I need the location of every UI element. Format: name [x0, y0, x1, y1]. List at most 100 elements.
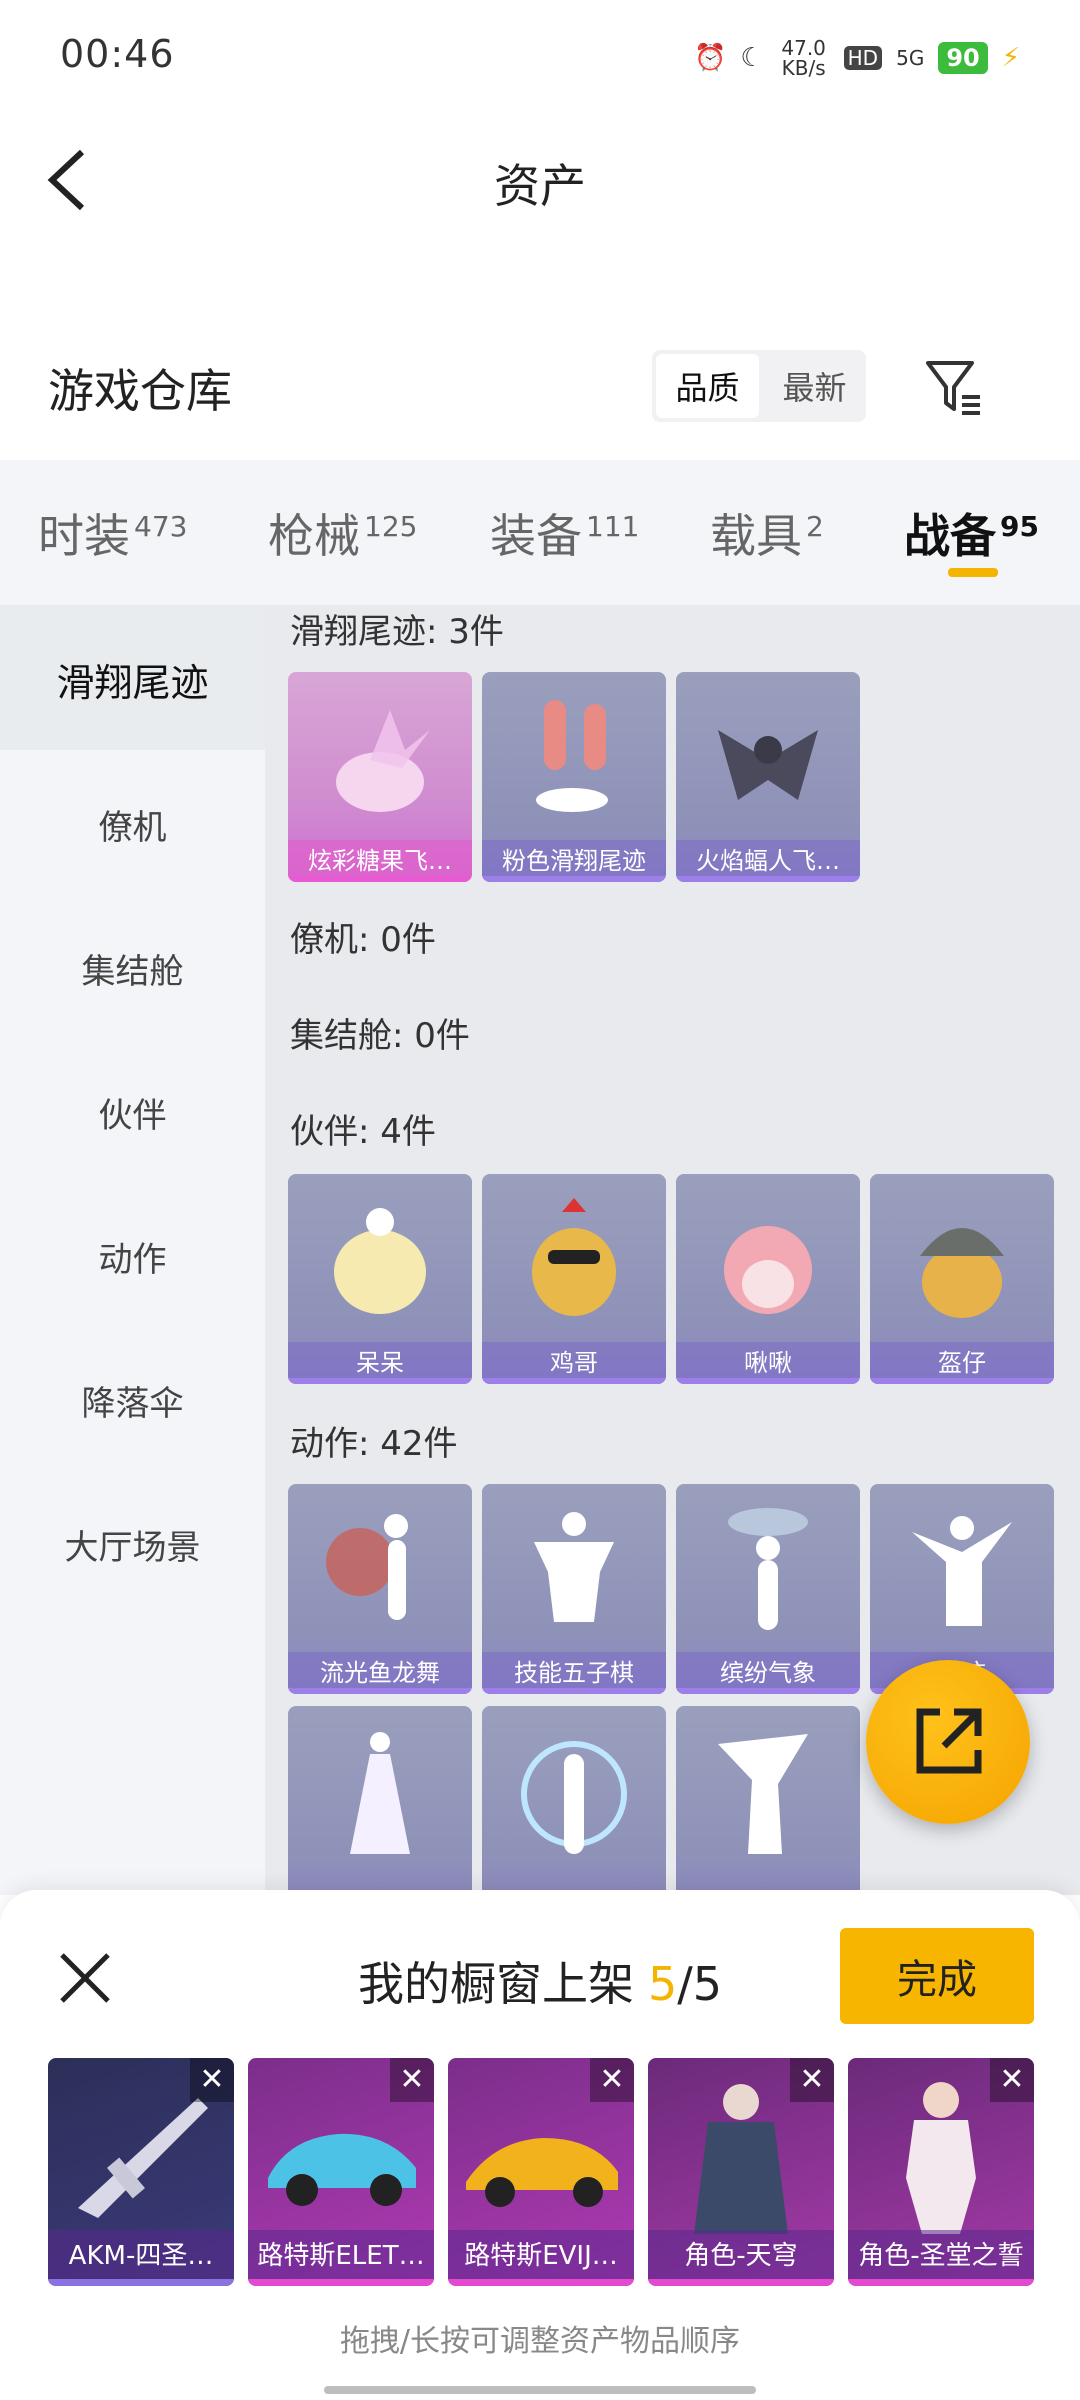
- filter-button[interactable]: [922, 355, 986, 419]
- showcase-item[interactable]: ✕ 路特斯EVIJ…: [448, 2058, 634, 2286]
- tab-count: 111: [586, 509, 640, 543]
- item-card[interactable]: 流光鱼龙舞: [288, 1484, 472, 1694]
- sort-latest-button[interactable]: 最新: [763, 350, 866, 422]
- showcase-current-count: 5: [647, 1957, 678, 2011]
- tab-count: 2: [806, 509, 824, 543]
- weather-emote-icon: [728, 1508, 808, 1630]
- rarity-bar: [676, 876, 860, 882]
- rooster-icon: [532, 1198, 616, 1316]
- couple-emote-icon: [350, 1732, 410, 1854]
- alarm-icon: ⏰: [693, 43, 727, 73]
- pose-emote-icon: [534, 1512, 614, 1622]
- showcase-item[interactable]: ✕ 角色-天穹: [648, 2058, 834, 2286]
- tab-label: 枪械: [268, 509, 360, 563]
- tab-indicator: [948, 568, 998, 577]
- item-card[interactable]: [676, 1706, 860, 1916]
- sidebar-item-parachute[interactable]: 降落伞: [0, 1376, 265, 1425]
- rarity-bar: [676, 1688, 860, 1694]
- sidebar-item-emote[interactable]: 动作: [0, 1232, 265, 1281]
- item-card[interactable]: 缤纷气象: [676, 1484, 860, 1694]
- tab-equipment[interactable]: 装备 111: [490, 500, 639, 566]
- rarity-bar: [676, 1378, 860, 1384]
- share-external-icon: [916, 1708, 982, 1774]
- item-card[interactable]: 粉色滑翔尾迹: [482, 672, 666, 882]
- signal-icon: 5G: [896, 46, 925, 70]
- item-card[interactable]: 炫彩糖果飞…: [288, 672, 472, 882]
- tab-label: 战备: [904, 509, 996, 563]
- remove-item-icon[interactable]: ✕: [190, 2058, 234, 2102]
- tab-guns[interactable]: 枪械 125: [268, 500, 417, 566]
- share-fab[interactable]: [866, 1660, 1030, 1824]
- done-button[interactable]: 完成: [840, 1928, 1034, 2024]
- reorder-hint: 拖拽/长按可调整资产物品顺序: [339, 2324, 741, 2359]
- rarity-bar: [870, 1378, 1054, 1384]
- rarity-bar: [482, 1688, 666, 1694]
- charging-icon: ⚡: [1001, 43, 1020, 73]
- dance-emote-icon: [326, 1514, 408, 1620]
- rarity-bar: [648, 2279, 834, 2286]
- rarity-bar: [288, 1378, 472, 1384]
- item-card[interactable]: [288, 1706, 472, 1916]
- remove-item-icon[interactable]: ✕: [790, 2058, 834, 2102]
- remove-item-icon[interactable]: ✕: [990, 2058, 1034, 2102]
- item-card[interactable]: 鸡哥: [482, 1174, 666, 1384]
- item-card[interactable]: 盔仔: [870, 1174, 1054, 1384]
- group-title: 滑翔尾迹: 3件: [290, 612, 504, 652]
- item-card[interactable]: 呆呆: [288, 1174, 472, 1384]
- wave-emote-icon: [912, 1516, 1012, 1626]
- item-card[interactable]: [482, 1706, 666, 1916]
- tab-fashion[interactable]: 时装 473: [38, 500, 187, 566]
- section-title: 游戏仓库: [48, 364, 232, 418]
- remove-item-icon[interactable]: ✕: [590, 2058, 634, 2102]
- sidebar-item-partner[interactable]: 伙伴: [0, 1088, 265, 1137]
- tab-readiness[interactable]: 战备 95: [904, 500, 1039, 566]
- rarity-bar: [288, 1688, 472, 1694]
- group-title: 僚机: 0件: [290, 920, 436, 960]
- sort-quality-button[interactable]: 品质: [656, 354, 759, 418]
- item-card[interactable]: 啾啾: [676, 1174, 860, 1384]
- swirl-emote-icon: [521, 1741, 627, 1854]
- rarity-bar: [482, 1378, 666, 1384]
- item-card[interactable]: 火焰蝠人飞…: [676, 672, 860, 882]
- showcase-title-text: 我的橱窗上架: [357, 1957, 634, 2011]
- item-card[interactable]: 技能五子棋: [482, 1484, 666, 1694]
- showcase-item-label: 路特斯ELET…: [248, 2230, 434, 2286]
- candy-trail-icon: [336, 710, 430, 812]
- sidebar-item-wingman[interactable]: 僚机: [0, 800, 265, 849]
- tab-label: 载具: [710, 509, 802, 563]
- showcase-item[interactable]: ✕ 路特斯ELET…: [248, 2058, 434, 2286]
- showcase-item[interactable]: ✕ AKM-四圣…: [48, 2058, 234, 2286]
- sidebar-item-glide-trail[interactable]: 滑翔尾迹: [0, 652, 265, 707]
- showcase-item-label: 角色-圣堂之誓: [848, 2230, 1034, 2286]
- showcase-item-label: AKM-四圣…: [48, 2230, 234, 2286]
- status-time: 00:46: [60, 32, 175, 76]
- battery-icon: 90: [938, 42, 988, 74]
- status-icons: ⏰ ☾ 47.0 KB/s HD 5G 90 ⚡: [694, 38, 1020, 78]
- rarity-bar: [248, 2279, 434, 2286]
- group-title: 伙伴: 4件: [290, 1112, 436, 1152]
- sidebar-item-pod[interactable]: 集结舱: [0, 944, 265, 993]
- smoke-trail-icon: [536, 700, 608, 812]
- remove-item-icon[interactable]: ✕: [390, 2058, 434, 2102]
- tab-count: 125: [364, 509, 418, 543]
- helmet-chick-icon: [920, 1228, 1004, 1318]
- pink-bird-icon: [724, 1226, 812, 1314]
- sidebar-item-lobby[interactable]: 大厅场景: [0, 1520, 265, 1569]
- hd-icon: HD: [843, 46, 883, 70]
- home-indicator[interactable]: [324, 2386, 756, 2394]
- moon-icon: ☾: [740, 43, 764, 73]
- page-title: 资产: [494, 159, 586, 213]
- tab-count: 95: [1000, 509, 1039, 543]
- showcase-item-label: 角色-天穹: [648, 2230, 834, 2286]
- bat-trail-icon: [718, 730, 818, 800]
- showcase-total-count: /5: [677, 1957, 723, 2011]
- tab-vehicles[interactable]: 载具 2: [710, 500, 824, 566]
- tab-label: 装备: [490, 509, 582, 563]
- sort-toggle: 品质 最新: [652, 350, 866, 422]
- dab-emote-icon: [718, 1734, 808, 1854]
- rarity-bar: [48, 2279, 234, 2286]
- showcase-item[interactable]: ✕ 角色-圣堂之誓: [848, 2058, 1034, 2286]
- group-title: 动作: 42件: [290, 1424, 458, 1464]
- showcase-item-label: 路特斯EVIJ…: [448, 2230, 634, 2286]
- rarity-bar: [448, 2279, 634, 2286]
